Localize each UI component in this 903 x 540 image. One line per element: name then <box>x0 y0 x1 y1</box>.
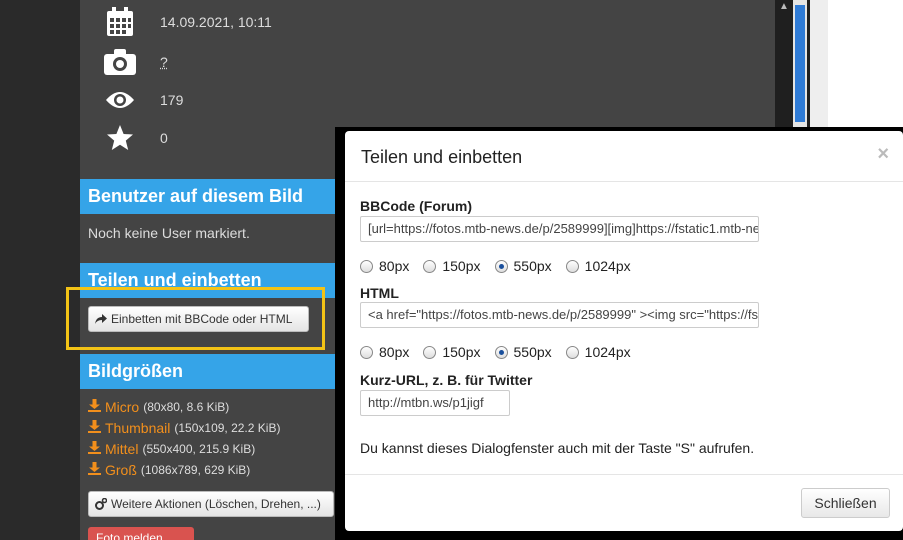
size-name[interactable]: Thumbnail <box>105 420 170 436</box>
radio-option[interactable]: 550px <box>494 344 552 360</box>
radio-option[interactable]: 150px <box>423 344 481 360</box>
radio-button[interactable] <box>565 259 579 273</box>
radio-button-selected[interactable] <box>494 259 508 273</box>
radio-label: 550px <box>513 344 552 360</box>
radio-option[interactable]: 1024px <box>565 258 631 274</box>
meta-views: 179 <box>102 80 183 120</box>
size-detail: (1086x789, 629 KiB) <box>140 463 251 477</box>
size-item[interactable]: Groß (1086x789, 629 KiB) <box>88 462 250 478</box>
gears-icon <box>95 498 107 510</box>
radio-label: 150px <box>442 344 481 360</box>
stars-count: 0 <box>160 130 168 146</box>
size-item[interactable]: Micro (80x80, 8.6 KiB) <box>88 399 229 415</box>
date-value: 14.09.2021, 10:11 <box>160 14 272 30</box>
radio-button[interactable] <box>565 345 579 359</box>
short-url-field[interactable]: http://mtbn.ws/p1jigf <box>360 390 510 416</box>
camera-link[interactable]: ? <box>160 54 168 70</box>
side-panel <box>810 0 828 127</box>
camera-icon <box>102 44 138 80</box>
radio-button[interactable] <box>423 259 437 273</box>
size-item[interactable]: Thumbnail (150x109, 22.2 KiB) <box>88 420 280 436</box>
bbcode-size-options: 80px 150px 550px 1024px <box>360 258 645 274</box>
highlight-box <box>66 287 325 350</box>
radio-button[interactable] <box>360 259 373 273</box>
meta-camera: ? <box>102 42 168 82</box>
radio-label: 150px <box>442 258 481 274</box>
users-section-title: Benutzer auf diesem Bild <box>80 179 335 214</box>
star-icon <box>102 120 138 156</box>
more-actions-button[interactable]: Weitere Aktionen (Löschen, Drehen, ...) <box>88 491 334 517</box>
no-users-text: Noch keine User markiert. <box>88 225 250 241</box>
radio-option[interactable]: 550px <box>494 258 552 274</box>
views-count: 179 <box>160 92 184 108</box>
size-detail: (80x80, 8.6 KiB) <box>143 400 230 414</box>
modal-divider <box>345 181 903 182</box>
sizes-section-title: Bildgrößen <box>80 354 335 389</box>
meta-date: 14.09.2021, 10:11 <box>102 2 272 42</box>
radio-option[interactable]: 80px <box>360 344 409 360</box>
radio-option[interactable]: 150px <box>423 258 481 274</box>
radio-option[interactable]: 80px <box>360 258 409 274</box>
size-name[interactable]: Groß <box>105 462 137 478</box>
close-button[interactable]: Schließen <box>801 488 890 518</box>
radio-option[interactable]: 1024px <box>565 344 631 360</box>
download-icon <box>88 399 101 415</box>
report-label: Foto melden <box>96 531 163 540</box>
scroll-up-icon[interactable]: ▲ <box>779 2 789 12</box>
download-icon <box>88 462 101 478</box>
close-icon[interactable]: × <box>877 143 889 166</box>
size-detail: (550x400, 215.9 KiB) <box>142 442 256 456</box>
modal-title: Teilen und einbetten <box>361 147 523 167</box>
radio-button[interactable] <box>423 345 437 359</box>
size-detail: (150x109, 22.2 KiB) <box>174 421 281 435</box>
bbcode-field[interactable]: [url=https://fotos.mtb-news.de/p/2589999… <box>360 216 759 242</box>
download-icon <box>88 441 101 457</box>
size-name[interactable]: Mittel <box>105 441 138 457</box>
radio-label: 80px <box>379 258 410 274</box>
modal-footer-divider <box>345 474 903 475</box>
html-field[interactable]: <a href="https://fotos.mtb-news.de/p/258… <box>360 302 759 328</box>
share-modal: Teilen und einbetten × BBCode (Forum) [u… <box>345 131 903 531</box>
sidebar: 14.09.2021, 10:11 ? 179 0 Benutzer auf d… <box>80 0 335 540</box>
bbcode-label: BBCode (Forum) <box>360 198 472 214</box>
radio-button-selected[interactable] <box>494 345 508 359</box>
radio-label: 1024px <box>584 258 631 274</box>
html-size-options: 80px 150px 550px 1024px <box>360 344 645 360</box>
calendar-icon <box>102 4 138 40</box>
eye-icon <box>102 82 138 118</box>
radio-label: 550px <box>513 258 552 274</box>
keyboard-hint: Du kannst dieses Dialogfenster auch mit … <box>360 440 755 456</box>
report-photo-button[interactable]: Foto melden <box>88 527 194 540</box>
scrollbar-thumb[interactable] <box>795 5 805 122</box>
html-label: HTML <box>360 285 399 301</box>
short-url-label: Kurz-URL, z. B. für Twitter <box>360 372 533 388</box>
size-item[interactable]: Mittel (550x400, 215.9 KiB) <box>88 441 255 457</box>
more-actions-label: Weitere Aktionen (Löschen, Drehen, ...) <box>111 497 321 511</box>
radio-button[interactable] <box>360 345 373 359</box>
left-strip <box>0 0 80 540</box>
download-icon <box>88 420 101 436</box>
meta-stars: 0 <box>102 118 168 158</box>
radio-label: 1024px <box>584 344 631 360</box>
radio-label: 80px <box>379 344 410 360</box>
side-panel-white <box>828 0 903 127</box>
size-name[interactable]: Micro <box>105 399 139 415</box>
